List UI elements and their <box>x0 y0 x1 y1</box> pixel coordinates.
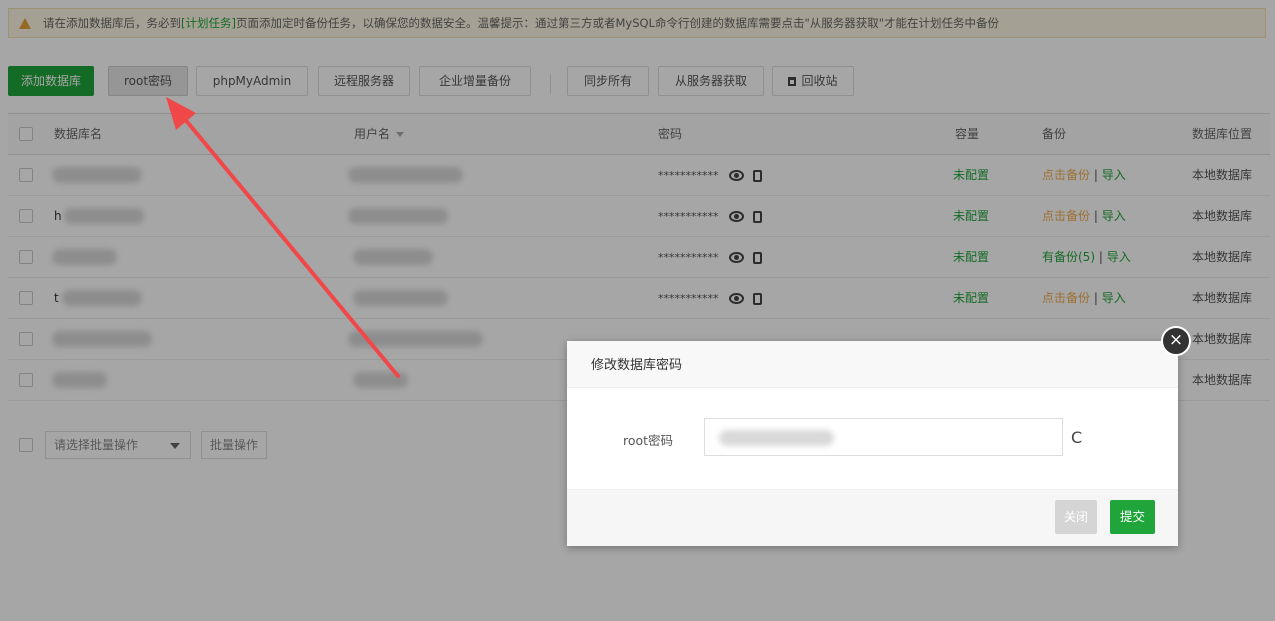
arrow-shaft <box>177 110 400 378</box>
root-password-input[interactable] <box>704 418 1063 456</box>
redacted-password <box>719 430 834 446</box>
dialog-title: 修改数据库密码 <box>567 341 1178 388</box>
submit-button[interactable]: 提交 <box>1109 500 1155 534</box>
refresh-icon[interactable]: C <box>1071 428 1082 447</box>
dialog-body: root密码 C <box>567 388 1178 492</box>
close-circle-icon[interactable]: × <box>1161 326 1191 356</box>
dialog-footer: 关闭 提交 <box>567 489 1178 546</box>
root-password-label: root密码 <box>623 433 674 448</box>
close-button[interactable]: 关闭 <box>1054 500 1097 534</box>
change-password-dialog: 修改数据库密码 root密码 C 关闭 提交 <box>567 341 1178 546</box>
